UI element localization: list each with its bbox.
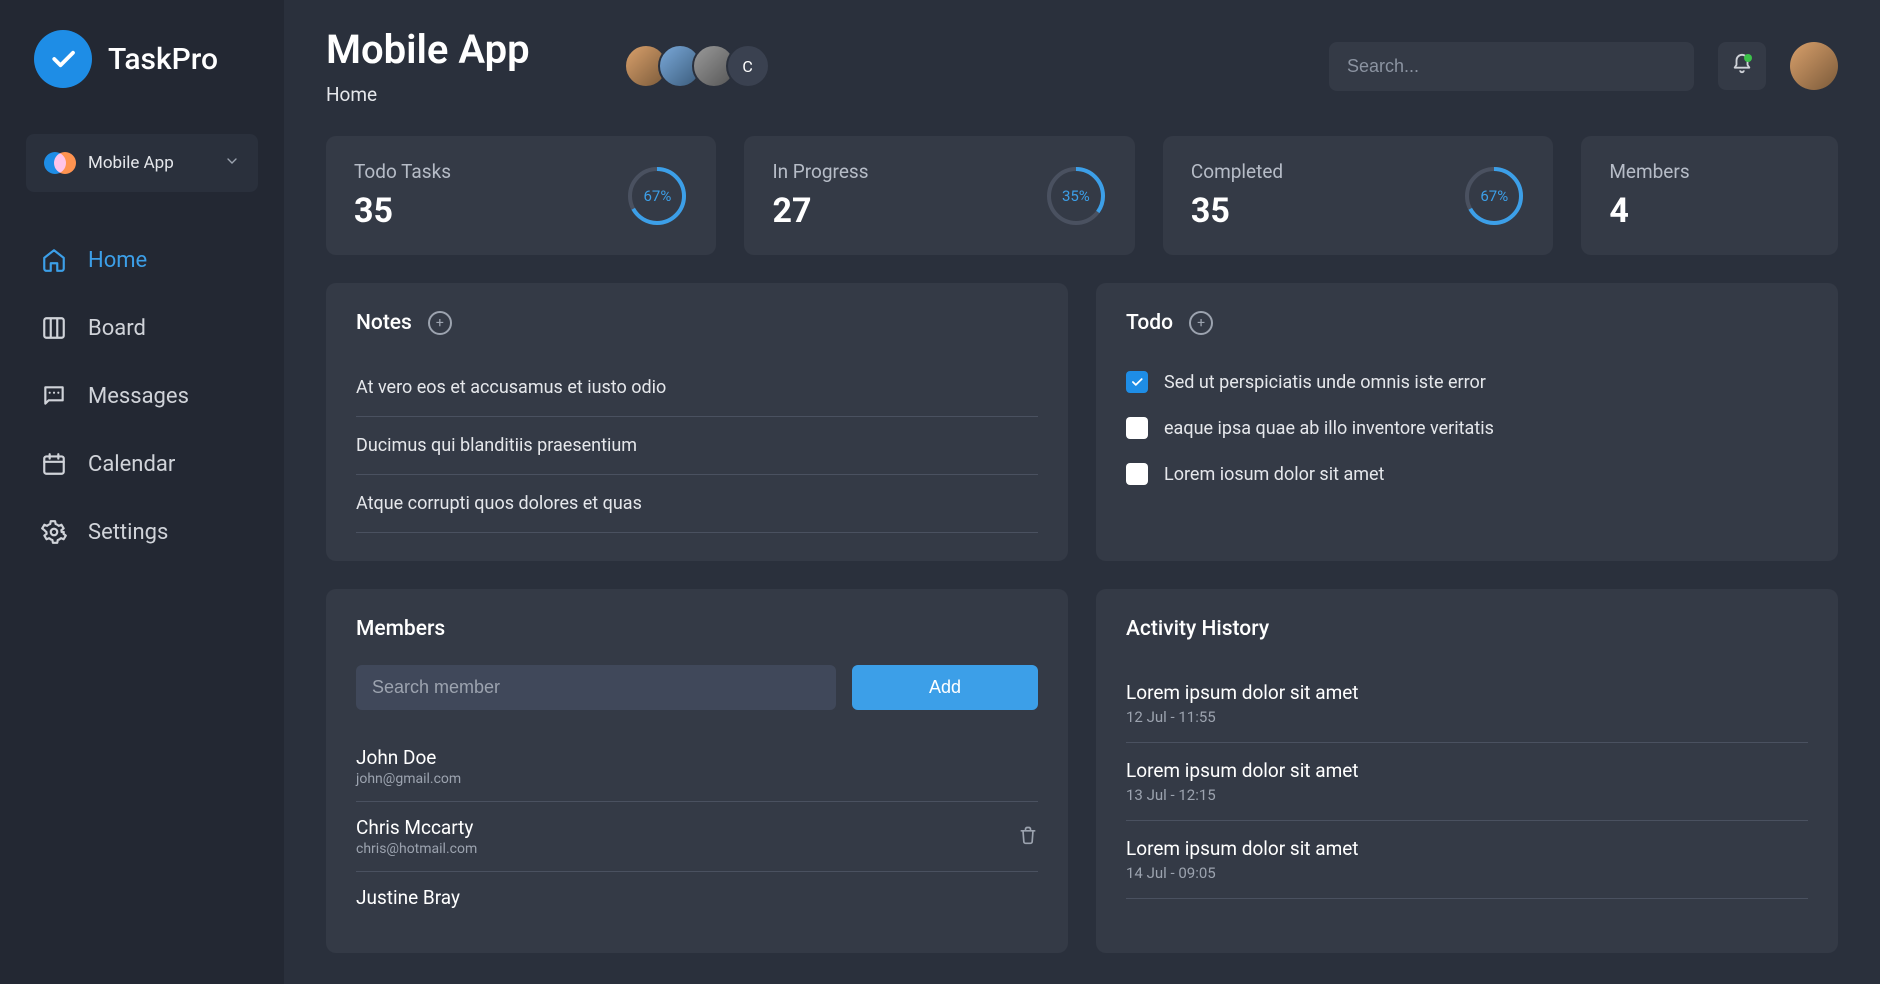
todo-text: Lorem iosum dolor sit amet — [1164, 464, 1384, 485]
checkbox[interactable] — [1126, 371, 1148, 393]
activity-item: Lorem ipsum dolor sit amet 12 Jul - 11:55 — [1126, 665, 1808, 743]
todo-text: eaque ipsa quae ab illo inventore verita… — [1164, 418, 1494, 439]
progress-ring: 67% — [1463, 165, 1525, 227]
notification-indicator — [1744, 54, 1752, 62]
member-email: john@gmail.com — [356, 771, 461, 787]
member-avatars: C — [554, 44, 770, 88]
search-input[interactable] — [1329, 42, 1694, 91]
checkbox[interactable] — [1126, 463, 1148, 485]
plus-icon: + — [1197, 315, 1205, 331]
ring-percent: 35% — [1045, 165, 1107, 227]
user-avatar[interactable] — [1790, 42, 1838, 90]
stat-label: Members — [1609, 160, 1689, 183]
nav-label: Calendar — [88, 452, 175, 477]
todo-panel: Todo + Sed ut perspiciatis unde omnis is… — [1096, 283, 1838, 561]
calendar-icon — [40, 450, 68, 478]
member-email: chris@hotmail.com — [356, 841, 477, 857]
note-item[interactable]: Atque corrupti quos dolores et quas — [356, 475, 1038, 533]
todo-item: eaque ipsa quae ab illo inventore verita… — [1126, 405, 1808, 451]
activity-time: 12 Jul - 11:55 — [1126, 708, 1808, 726]
ring-percent: 67% — [626, 165, 688, 227]
stat-value: 27 — [772, 191, 868, 231]
panel-title: Activity History — [1126, 617, 1269, 641]
main: Mobile App Home C Tod — [284, 0, 1880, 984]
sidebar-item-settings[interactable]: Settings — [40, 518, 244, 546]
progress-ring: 67% — [626, 165, 688, 227]
breadcrumb: Home — [326, 83, 530, 106]
nav-label: Settings — [88, 520, 168, 545]
panel-title: Members — [356, 617, 445, 641]
todo-item: Lorem iosum dolor sit amet — [1126, 451, 1808, 497]
project-switcher[interactable]: Mobile App — [26, 134, 258, 192]
member-name: John Doe — [356, 746, 461, 769]
nav-label: Home — [88, 248, 147, 273]
stat-in-progress: In Progress 27 35% — [744, 136, 1134, 255]
member-row: John Doe john@gmail.com — [356, 732, 1038, 802]
sidebar-item-home[interactable]: Home — [40, 246, 244, 274]
stat-label: Completed — [1191, 160, 1283, 183]
project-name: Mobile App — [88, 153, 210, 173]
add-member-button[interactable]: Add — [852, 665, 1038, 710]
page-title: Mobile App — [326, 26, 530, 73]
activity-time: 14 Jul - 09:05 — [1126, 864, 1808, 882]
member-search-input[interactable] — [356, 665, 836, 710]
stat-todo: Todo Tasks 35 67% — [326, 136, 716, 255]
sidebar-item-calendar[interactable]: Calendar — [40, 450, 244, 478]
member-row: Justine Bray — [356, 872, 1038, 925]
activity-text: Lorem ipsum dolor sit amet — [1126, 759, 1808, 782]
stat-value: 4 — [1609, 191, 1689, 231]
activity-time: 13 Jul - 12:15 — [1126, 786, 1808, 804]
topbar: Mobile App Home C — [326, 26, 1838, 106]
plus-icon: + — [436, 315, 444, 331]
progress-ring: 35% — [1045, 165, 1107, 227]
chevron-down-icon — [224, 153, 240, 173]
panel-title: Todo — [1126, 311, 1173, 335]
add-todo-button[interactable]: + — [1189, 311, 1213, 335]
activity-panel: Activity History Lorem ipsum dolor sit a… — [1096, 589, 1838, 953]
nav-label: Board — [88, 316, 146, 341]
stat-completed: Completed 35 67% — [1163, 136, 1553, 255]
note-item[interactable]: At vero eos et accusamus et iusto odio — [356, 359, 1038, 417]
stat-label: Todo Tasks — [354, 160, 451, 183]
member-name: Chris Mccarty — [356, 816, 477, 839]
todo-text: Sed ut perspiciatis unde omnis iste erro… — [1164, 372, 1486, 393]
stat-value: 35 — [354, 191, 451, 231]
settings-icon — [40, 518, 68, 546]
stats-row: Todo Tasks 35 67% In Progress 27 35% — [326, 136, 1838, 255]
ring-percent: 67% — [1463, 165, 1525, 227]
notifications-button[interactable] — [1718, 42, 1766, 90]
nav: Home Board Messages Calendar — [0, 220, 284, 546]
todo-item: Sed ut perspiciatis unde omnis iste erro… — [1126, 359, 1808, 405]
activity-item: Lorem ipsum dolor sit amet 14 Jul - 09:05 — [1126, 821, 1808, 899]
add-note-button[interactable]: + — [428, 311, 452, 335]
sidebar-item-board[interactable]: Board — [40, 314, 244, 342]
stat-label: In Progress — [772, 160, 868, 183]
activity-text: Lorem ipsum dolor sit amet — [1126, 837, 1808, 860]
home-icon — [40, 246, 68, 274]
activity-item: Lorem ipsum dolor sit amet 13 Jul - 12:15 — [1126, 743, 1808, 821]
sidebar: TaskPro Mobile App Home Board — [0, 0, 284, 984]
stat-members: Members 4 — [1581, 136, 1838, 255]
logo-icon — [34, 30, 92, 88]
sidebar-item-messages[interactable]: Messages — [40, 382, 244, 410]
board-icon — [40, 314, 68, 342]
stat-value: 35 — [1191, 191, 1283, 231]
member-row: Chris Mccarty chris@hotmail.com — [356, 802, 1038, 872]
title-block: Mobile App Home — [326, 26, 530, 106]
panel-title: Notes — [356, 311, 412, 335]
members-panel: Members Add John Doe john@gmail.com Chris … — [326, 589, 1068, 953]
trash-icon[interactable] — [1018, 825, 1038, 849]
activity-text: Lorem ipsum dolor sit amet — [1126, 681, 1808, 704]
messages-icon — [40, 382, 68, 410]
nav-label: Messages — [88, 384, 189, 409]
brand-name: TaskPro — [108, 42, 218, 77]
notes-panel: Notes + At vero eos et accusamus et iust… — [326, 283, 1068, 561]
avatar-overflow[interactable]: C — [726, 44, 770, 88]
checkbox[interactable] — [1126, 417, 1148, 439]
project-icon — [44, 148, 74, 178]
brand: TaskPro — [0, 30, 284, 118]
note-item[interactable]: Ducimus qui blanditiis praesentium — [356, 417, 1038, 475]
member-name: Justine Bray — [356, 886, 460, 909]
